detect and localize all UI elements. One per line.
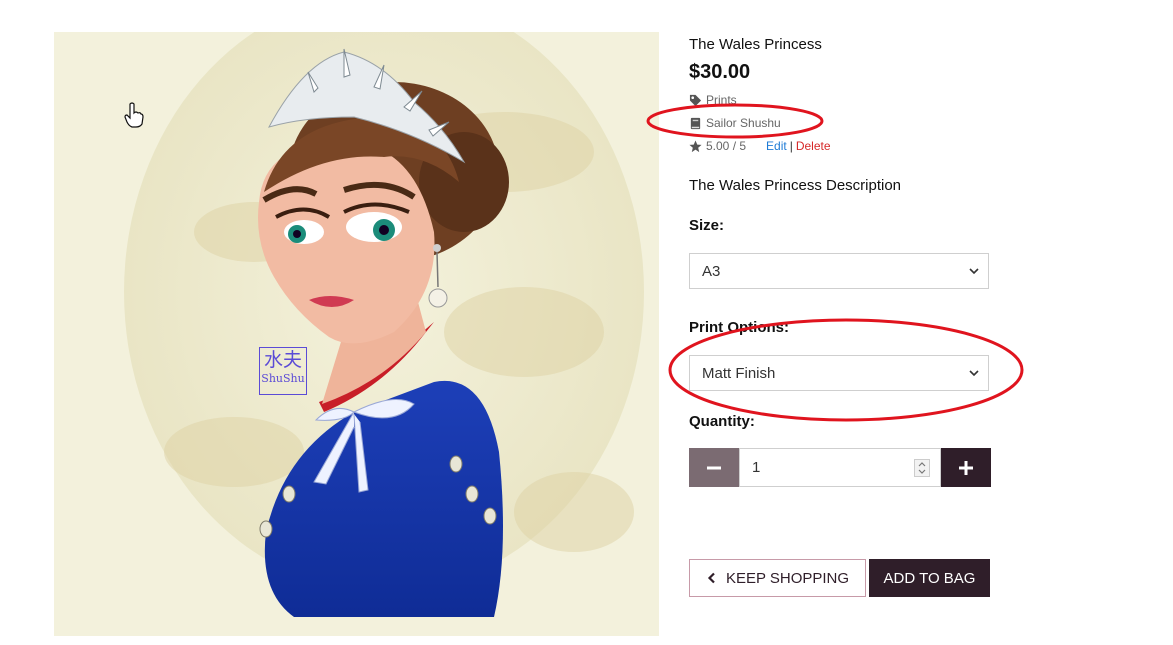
keep-shopping-label: KEEP SHOPPING: [725, 569, 850, 587]
size-select[interactable]: A3: [689, 253, 989, 289]
artist-row[interactable]: Sailor Shushu: [689, 116, 781, 130]
rating-value: 5.00 / 5: [706, 139, 747, 153]
star-icon: [689, 139, 702, 152]
spinner-icon[interactable]: [914, 459, 930, 477]
keep-shopping-button[interactable]: KEEP SHOPPING: [689, 559, 866, 597]
product-title: The Wales Princess: [689, 36, 822, 53]
size-selected-value: A3: [702, 262, 721, 280]
edit-link[interactable]: Edit: [766, 139, 787, 153]
increment-button[interactable]: [941, 448, 991, 487]
link-separator: |: [789, 139, 793, 153]
rating-row: 5.00 / 5 Edit | Delete: [689, 139, 831, 153]
artist-label[interactable]: Sailor Shushu: [706, 116, 781, 130]
quantity-value: 1: [752, 459, 761, 476]
watermark-seal: 水夫 ShuShu: [259, 347, 307, 395]
print-selected-value: Matt Finish: [702, 364, 776, 382]
book-icon: [690, 117, 701, 129]
watermark-cjk: 水夫: [263, 349, 302, 371]
minus-icon: [707, 466, 721, 469]
quantity-label: Quantity:: [689, 413, 755, 430]
category-label[interactable]: Prints: [706, 93, 737, 107]
size-label: Size:: [689, 217, 725, 234]
princess-illustration: [54, 32, 659, 636]
add-to-bag-label: ADD TO BAG: [883, 569, 976, 587]
plus-icon: [959, 460, 973, 475]
chevron-down-icon: [969, 370, 979, 377]
product-price: $30.00: [689, 61, 751, 83]
quantity-input[interactable]: 1: [739, 448, 941, 487]
hand-cursor-icon: [124, 102, 144, 128]
print-options-select[interactable]: Matt Finish: [689, 355, 989, 391]
watermark-latin: ShuShu: [261, 372, 305, 385]
product-description: The Wales Princess Description: [689, 177, 902, 194]
category-row[interactable]: Prints: [689, 93, 737, 107]
tag-icon: [689, 94, 702, 106]
print-options-label: Print Options:: [689, 319, 789, 336]
delete-link[interactable]: Delete: [796, 139, 831, 153]
add-to-bag-button[interactable]: ADD TO BAG: [869, 559, 990, 597]
product-image: 水夫 ShuShu: [54, 32, 659, 636]
chevron-down-icon: [969, 268, 979, 275]
decrement-button[interactable]: [689, 448, 739, 487]
chevron-left-icon: [707, 572, 715, 584]
